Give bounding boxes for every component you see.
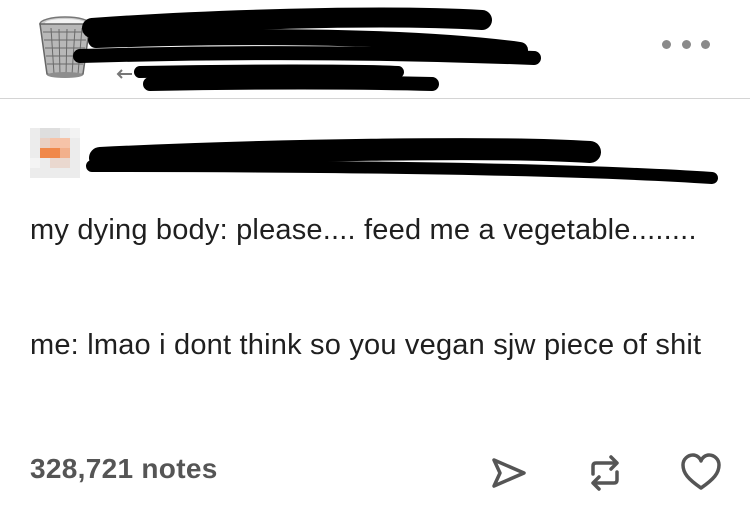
- post-footer: 328,721 notes: [30, 448, 730, 498]
- notes-count[interactable]: 328,721 notes: [30, 453, 218, 485]
- post-paragraph: me: lmao i dont think so you vegan sjw p…: [30, 329, 702, 361]
- reblog-name-redaction: [86, 138, 718, 184]
- post-paragraph: my dying body: please.... feed me a vege…: [30, 214, 697, 246]
- share-icon[interactable]: [488, 452, 530, 494]
- like-heart-icon[interactable]: [680, 452, 722, 494]
- reblog-icon[interactable]: [584, 452, 626, 494]
